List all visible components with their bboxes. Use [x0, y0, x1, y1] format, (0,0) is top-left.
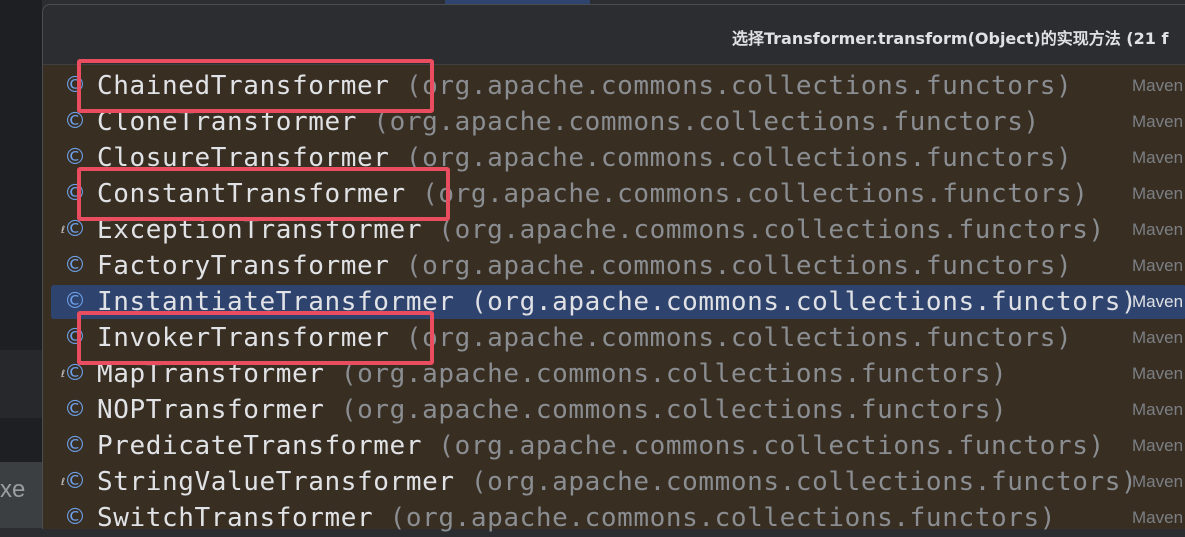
list-item-label: StringValueTransformer (org.apache.commo… — [97, 465, 1137, 499]
ide-left-strip — [0, 350, 42, 418]
package-name: (org.apache.commons.collections.functors… — [422, 179, 1089, 209]
source-label: Maven — [1132, 256, 1184, 275]
package-name: (org.apache.commons.collections.functors… — [470, 287, 1138, 317]
package-name: (org.apache.commons.collections.functors… — [438, 215, 1105, 245]
source-label: Maven — [1132, 148, 1184, 167]
list-item[interactable]: © ℓ StringValueTransformer (org.apache.com… — [43, 465, 1185, 501]
implementations-popup: 选择Transformer.transform(Object)的实现方法 (21… — [42, 4, 1185, 533]
package-name: (org.apache.commons.collections.functors… — [405, 323, 1073, 353]
package-name: (org.apache.commons.collections.functors… — [340, 359, 1008, 389]
source-label: Maven — [1132, 292, 1184, 311]
list-item-label: FactoryTransformer (org.apache.commons.c… — [97, 249, 1072, 283]
source-label: Maven — [1132, 436, 1184, 455]
popup-title: 选择Transformer.transform(Object)的实现方法 (21… — [732, 29, 1169, 48]
source-label: Maven — [1132, 184, 1184, 203]
list-item-label: PredicateTransformer (org.apache.commons… — [97, 429, 1105, 463]
source-label: Maven — [1132, 364, 1184, 383]
class-name: SwitchTransformer — [97, 503, 374, 533]
list-item[interactable]: © SwitchTransformer (org.apache.commons.c… — [43, 501, 1185, 537]
package-name: (org.apache.commons.collections.functors… — [405, 71, 1073, 101]
class-name: PredicateTransformer — [97, 431, 423, 461]
class-name: FactoryTransformer — [97, 251, 390, 281]
package-name: (org.apache.commons.collections.functors… — [405, 251, 1073, 281]
list-item-label: SwitchTransformer (org.apache.commons.co… — [97, 501, 1056, 535]
source-label: Maven — [1132, 508, 1184, 527]
package-name: (org.apache.commons.collections.functors… — [340, 395, 1008, 425]
package-name: (org.apache.commons.collections.functors… — [373, 107, 1040, 137]
class-icon: © — [64, 109, 86, 134]
package-name: (org.apache.commons.collections.functors… — [438, 431, 1105, 461]
class-icon: © — [64, 397, 86, 422]
annotation-highlight-box — [77, 311, 434, 365]
list-item[interactable]: © NOPTransformer (org.apache.commons.coll… — [43, 393, 1185, 429]
popup-header: 选择Transformer.transform(Object)的实现方法 (21… — [43, 5, 1185, 65]
source-label: Maven — [1132, 112, 1184, 131]
list-item-label: NOPTransformer (org.apache.commons.colle… — [97, 393, 1007, 427]
package-name: (org.apache.commons.collections.functors… — [405, 143, 1073, 173]
source-label: Maven — [1132, 472, 1184, 491]
ide-side-text: xe — [0, 476, 26, 503]
source-label: Maven — [1132, 220, 1184, 239]
class-name: StringValueTransformer — [97, 467, 455, 497]
class-icon: © — [64, 505, 86, 530]
modifier-icon: ℓ — [61, 477, 66, 488]
class-icon: © ℓ — [61, 361, 86, 386]
class-icon: © ℓ — [61, 469, 86, 494]
modifier-icon: ℓ — [61, 225, 66, 236]
class-icon: © — [64, 433, 86, 458]
class-icon: © ℓ — [61, 217, 86, 242]
annotation-highlight-box — [77, 59, 434, 113]
list-item[interactable]: © FactoryTransformer (org.apache.commons.… — [43, 249, 1185, 285]
annotation-highlight-box — [77, 167, 450, 221]
source-label: Maven — [1132, 76, 1184, 95]
list-item[interactable]: © PredicateTransformer (org.apache.common… — [43, 429, 1185, 465]
package-name: (org.apache.commons.collections.functors… — [389, 503, 1056, 533]
source-label: Maven — [1132, 328, 1184, 347]
package-name: (org.apache.commons.collections.functors… — [470, 467, 1138, 497]
modifier-icon: ℓ — [61, 369, 66, 380]
ide-left-panel: xe — [0, 0, 42, 528]
class-icon: © — [64, 253, 86, 278]
class-name: NOPTransformer — [97, 395, 325, 425]
source-label: Maven — [1132, 400, 1184, 419]
